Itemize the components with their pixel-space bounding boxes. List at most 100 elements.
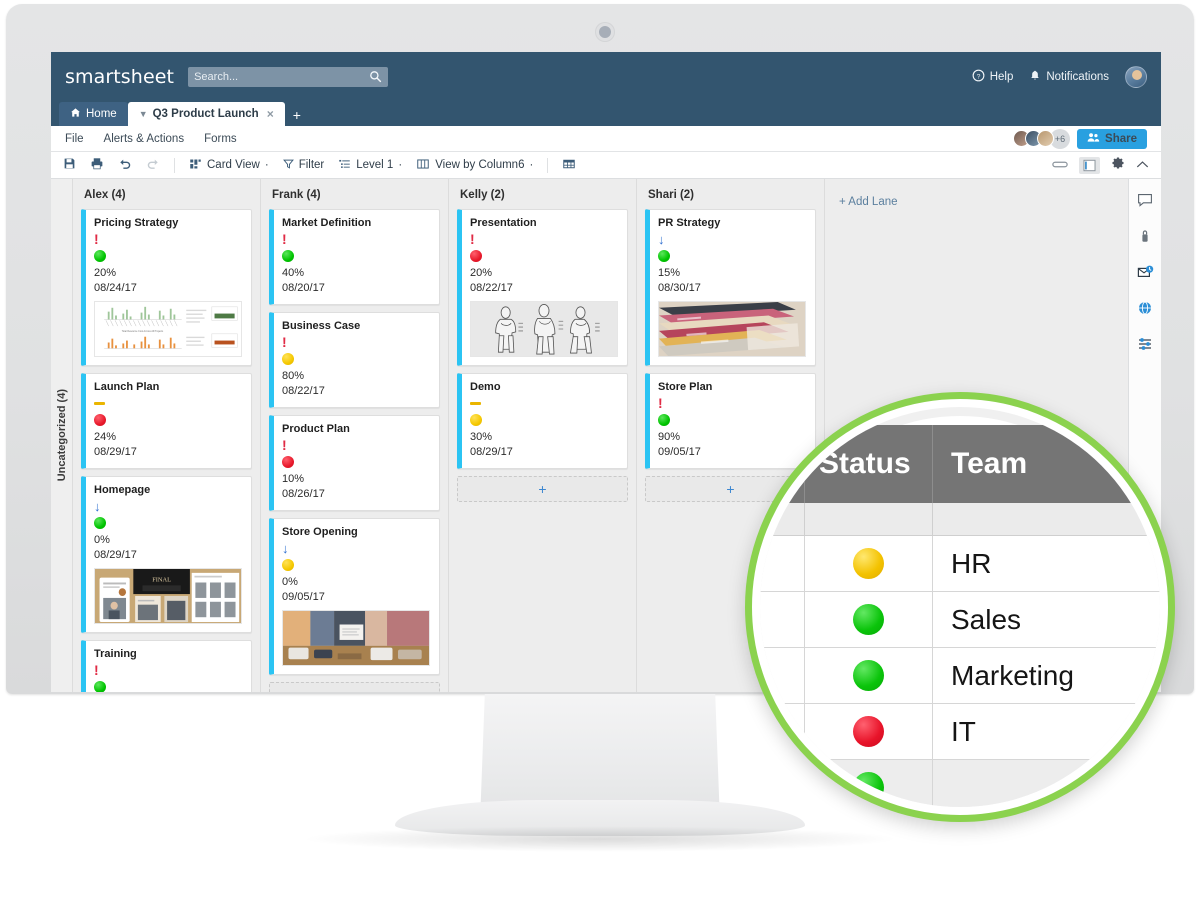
priority-flag-icon: ! bbox=[94, 231, 99, 247]
card-date: 08/29/17 bbox=[94, 549, 137, 561]
publish-icon[interactable] bbox=[1137, 299, 1154, 316]
card[interactable]: Product Plan ! 10% 08/26/17 bbox=[269, 415, 440, 511]
card-percent: 80% bbox=[282, 370, 305, 382]
card[interactable]: Pricing Strategy ! 20% 08/24/17 Total Re… bbox=[81, 209, 252, 366]
print-icon[interactable] bbox=[90, 157, 104, 173]
grid-row[interactable]: ! HR bbox=[760, 536, 1160, 592]
magnified-grid: Status Team ! HR ! Sales bbox=[760, 425, 1160, 807]
notifications-label: Notifications bbox=[1046, 71, 1109, 83]
settings-sliders-icon[interactable] bbox=[1137, 335, 1154, 352]
add-card-button[interactable]: + bbox=[269, 682, 440, 692]
toolbar-divider bbox=[174, 157, 175, 173]
share-button[interactable]: Share bbox=[1077, 128, 1147, 149]
toolbar: Card View · Filter Level 1 · View by Col… bbox=[51, 152, 1161, 179]
menu-bar-right: +6 Share bbox=[1013, 128, 1147, 149]
priority-flag-icon bbox=[470, 396, 618, 411]
level-button[interactable]: Level 1 · bbox=[338, 158, 402, 173]
grid-cell-status[interactable] bbox=[805, 536, 933, 591]
grid-cell-status[interactable] bbox=[805, 592, 933, 647]
priority-flag-icon: ! bbox=[282, 437, 287, 453]
grid-cell-status[interactable] bbox=[805, 648, 933, 703]
smartsheet-logo[interactable]: smartsheet bbox=[65, 66, 174, 88]
grid-header-status[interactable]: Status bbox=[805, 425, 933, 503]
card-thumbnail-magazines[interactable] bbox=[658, 301, 806, 357]
collaborator-facepile[interactable]: +6 bbox=[1013, 128, 1071, 149]
card-title: Store Plan bbox=[658, 381, 713, 393]
screenshot-stage: smartsheet Search... ? Help Notification… bbox=[0, 0, 1200, 919]
view-by-column-button[interactable]: View by Column6 · bbox=[416, 158, 533, 173]
column-body: Market Definition ! 40% 08/20/17 Busines… bbox=[261, 209, 448, 692]
card[interactable]: Business Case ! 80% 08/22/17 bbox=[269, 312, 440, 408]
menu-item-file[interactable]: File bbox=[65, 133, 84, 145]
card-thumbnail-fashion-sketch[interactable] bbox=[470, 301, 618, 357]
card-title: PR Strategy bbox=[658, 217, 721, 229]
comment-icon[interactable] bbox=[1137, 191, 1154, 208]
reminder-icon[interactable] bbox=[1137, 263, 1154, 280]
tab-home[interactable]: Home bbox=[59, 102, 128, 126]
minimize-icon[interactable] bbox=[1052, 156, 1068, 174]
grid-row[interactable] bbox=[760, 760, 1160, 807]
card-title: Business Case bbox=[282, 320, 361, 332]
help-button[interactable]: ? Help bbox=[972, 69, 1013, 85]
search-input[interactable]: Search... bbox=[188, 67, 389, 87]
attachment-icon[interactable] bbox=[1137, 227, 1154, 244]
grid-header-team[interactable]: Team bbox=[933, 425, 1160, 503]
gear-icon[interactable] bbox=[1111, 156, 1125, 175]
card[interactable]: Launch Plan 24% 08/29/17 bbox=[81, 373, 252, 469]
grid-cell-flag bbox=[760, 704, 805, 759]
board-column-frank: Frank (4) Market Definition ! 40% 08/20/… bbox=[261, 179, 449, 692]
save-icon[interactable] bbox=[63, 157, 76, 173]
search-placeholder: Search... bbox=[194, 71, 239, 83]
grid-row[interactable]: ! Sales bbox=[760, 592, 1160, 648]
grid-cell-team[interactable]: Sales bbox=[933, 592, 1160, 647]
card-view-button[interactable]: Card View · bbox=[189, 158, 269, 173]
notifications-button[interactable]: Notifications bbox=[1029, 69, 1109, 85]
card-thumbnail-dashboard[interactable]: Total Resource Cost Across All Projects bbox=[94, 301, 242, 357]
monitor-shadow bbox=[300, 826, 900, 852]
card[interactable]: Presentation ! 20% 08/22/17 bbox=[457, 209, 628, 366]
filter-button[interactable]: Filter bbox=[282, 158, 324, 173]
grid-row[interactable]: IT bbox=[760, 704, 1160, 760]
card-thumbnail-store[interactable] bbox=[282, 610, 430, 666]
card[interactable]: Store Opening ↓ 0% 09/05/17 bbox=[269, 518, 440, 675]
add-card-button[interactable]: + bbox=[457, 476, 628, 502]
column-body: Pricing Strategy ! 20% 08/24/17 Total Re… bbox=[73, 209, 260, 692]
card-title: Store Opening bbox=[282, 526, 358, 538]
menu-item-alerts-actions[interactable]: Alerts & Actions bbox=[104, 133, 185, 145]
tab-active-label: Q3 Product Launch bbox=[152, 108, 259, 120]
grid-cell bbox=[933, 503, 1160, 535]
card[interactable]: Homepage ↓ 0% 08/29/17 FINAL bbox=[81, 476, 252, 633]
card-thumbnail-webpage[interactable]: FINAL bbox=[94, 568, 242, 624]
chevron-down-icon[interactable]: ▼ bbox=[139, 109, 148, 119]
grid-cell-status[interactable] bbox=[805, 704, 933, 759]
lane-label-uncategorized[interactable]: Uncategorized (4) bbox=[51, 179, 73, 692]
close-icon[interactable]: × bbox=[267, 107, 274, 121]
panel-icon[interactable] bbox=[1079, 156, 1100, 174]
priority-flag-icon: ! bbox=[282, 334, 287, 350]
grid-cell-status[interactable] bbox=[805, 760, 933, 807]
card[interactable]: Training ! bbox=[81, 640, 252, 692]
status-dot-red bbox=[853, 716, 884, 747]
menu-item-forms[interactable]: Forms bbox=[204, 133, 237, 145]
add-tab-button[interactable]: + bbox=[285, 104, 309, 126]
card-percent: 15% bbox=[658, 267, 681, 279]
grid-cell-team[interactable]: IT bbox=[933, 704, 1160, 759]
grid-cell-team[interactable]: HR bbox=[933, 536, 1160, 591]
user-avatar[interactable] bbox=[1125, 66, 1147, 88]
chevron-up-icon[interactable] bbox=[1136, 156, 1149, 174]
level-label: Level 1 bbox=[356, 159, 394, 171]
undo-icon[interactable] bbox=[118, 157, 132, 173]
card-date: 08/20/17 bbox=[282, 282, 325, 294]
card-title: Demo bbox=[470, 381, 501, 393]
card[interactable]: Market Definition ! 40% 08/20/17 bbox=[269, 209, 440, 305]
redo-icon bbox=[146, 157, 160, 173]
hierarchy-icon bbox=[338, 158, 351, 173]
grid-icon[interactable] bbox=[562, 158, 576, 173]
card-date: 08/29/17 bbox=[470, 446, 513, 458]
grid-row[interactable]: Marketing bbox=[760, 648, 1160, 704]
card[interactable]: Demo 30% 08/29/17 bbox=[457, 373, 628, 469]
grid-cell-team[interactable]: Marketing bbox=[933, 648, 1160, 703]
grid-cell bbox=[933, 760, 1160, 807]
tab-q3-product-launch[interactable]: ▼ Q3 Product Launch × bbox=[127, 102, 285, 126]
card[interactable]: PR Strategy ↓ 15% 08/30/17 bbox=[645, 209, 816, 366]
